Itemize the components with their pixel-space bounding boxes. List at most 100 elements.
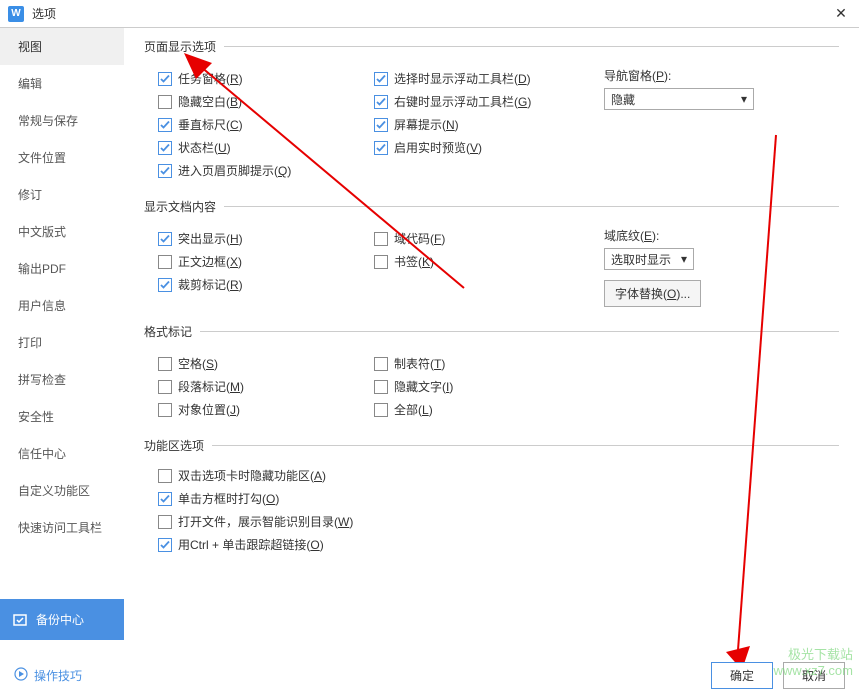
doc-content-a-0[interactable]: 突出显示(H) xyxy=(158,227,374,250)
sidebar-item-3[interactable]: 文件位置 xyxy=(0,139,124,176)
ok-button[interactable]: 确定 xyxy=(711,662,773,689)
checkbox-icon xyxy=(374,72,388,86)
tips-label: 操作技巧 xyxy=(34,667,82,684)
doc-content-a-1[interactable]: 正文边框(X) xyxy=(158,250,374,273)
page-display-b-3[interactable]: 启用实时预览(V) xyxy=(374,136,604,159)
checkbox-icon xyxy=(158,403,172,417)
sidebar-item-11[interactable]: 信任中心 xyxy=(0,435,124,472)
checkbox-icon xyxy=(158,469,172,483)
legend-ribbon: 功能区选项 xyxy=(144,437,212,454)
checkbox-label: 垂直标尺(C) xyxy=(178,116,243,133)
backup-center-button[interactable]: 备份中心 xyxy=(0,599,124,640)
nav-pane-label: 导航窗格(P): xyxy=(604,67,804,84)
chevron-down-icon: ▾ xyxy=(741,92,747,106)
sidebar-item-8[interactable]: 打印 xyxy=(0,324,124,361)
checkbox-label: 裁剪标记(R) xyxy=(178,276,243,293)
checkbox-label: 制表符(T) xyxy=(394,355,445,372)
checkbox-icon xyxy=(158,164,172,178)
ribbon-opt-2[interactable]: 打开文件，展示智能识别目录(W) xyxy=(158,510,839,533)
checkbox-icon xyxy=(374,232,388,246)
page-display-a-2[interactable]: 垂直标尺(C) xyxy=(158,113,374,136)
format-marks-a-1[interactable]: 段落标记(M) xyxy=(158,375,374,398)
checkbox-icon xyxy=(158,492,172,506)
sidebar-item-0[interactable]: 视图 xyxy=(0,28,124,65)
checkbox-label: 进入页眉页脚提示(Q) xyxy=(178,162,291,179)
doc-content-b-0[interactable]: 域代码(F) xyxy=(374,227,604,250)
checkbox-label: 右键时显示浮动工具栏(G) xyxy=(394,93,531,110)
body: 视图编辑常规与保存文件位置修订中文版式输出PDF用户信息打印拼写检查安全性信任中… xyxy=(0,28,859,640)
sidebar-item-2[interactable]: 常规与保存 xyxy=(0,102,124,139)
sidebar-item-13[interactable]: 快速访问工具栏 xyxy=(0,509,124,546)
checkbox-label: 打开文件，展示智能识别目录(W) xyxy=(178,513,353,530)
checkbox-label: 段落标记(M) xyxy=(178,378,244,395)
sidebar-item-12[interactable]: 自定义功能区 xyxy=(0,472,124,509)
page-display-b-2[interactable]: 屏幕提示(N) xyxy=(374,113,604,136)
cancel-button[interactable]: 取消 xyxy=(783,662,845,689)
page-display-a-1[interactable]: 隐藏空白(B) xyxy=(158,90,374,113)
checkbox-icon xyxy=(374,403,388,417)
checkbox-label: 隐藏文字(I) xyxy=(394,378,453,395)
font-substitute-button[interactable]: 字体替换(O)... xyxy=(604,280,701,307)
field-shading-value: 选取时显示 xyxy=(611,251,671,268)
nav-pane-value: 隐藏 xyxy=(611,91,635,108)
ribbon-opt-3[interactable]: 用Ctrl + 单击跟踪超链接(O) xyxy=(158,533,839,556)
content: 页面显示选项 任务窗格(R)隐藏空白(B) 垂直标尺(C) 状态栏(U) 进入页眉页脚… xyxy=(124,28,859,640)
doc-content-b-1[interactable]: 书签(K) xyxy=(374,250,604,273)
page-display-b-0[interactable]: 选择时显示浮动工具栏(D) xyxy=(374,67,604,90)
checkbox-label: 选择时显示浮动工具栏(D) xyxy=(394,70,531,87)
format-marks-a-2[interactable]: 对象位置(J) xyxy=(158,398,374,421)
checkbox-icon xyxy=(158,118,172,132)
checkbox-label: 空格(S) xyxy=(178,355,218,372)
format-marks-b-0[interactable]: 制表符(T) xyxy=(374,352,604,375)
footer: 操作技巧 确定 取消 xyxy=(0,650,859,700)
format-marks-a-0[interactable]: 空格(S) xyxy=(158,352,374,375)
checkbox-icon xyxy=(158,141,172,155)
format-marks-b-2[interactable]: 全部(L) xyxy=(374,398,604,421)
sidebar-item-9[interactable]: 拼写检查 xyxy=(0,361,124,398)
dialog-title: 选项 xyxy=(32,5,831,22)
checkbox-label: 用Ctrl + 单击跟踪超链接(O) xyxy=(178,536,324,553)
doc-content-a-2[interactable]: 裁剪标记(R) xyxy=(158,273,374,296)
group-ribbon: 功能区选项 双击选项卡时隐藏功能区(A) 单击方框时打勾(O) 打开文件，展示智能识… xyxy=(144,437,839,556)
sidebar-item-6[interactable]: 输出PDF xyxy=(0,250,124,287)
checkbox-label: 双击选项卡时隐藏功能区(A) xyxy=(178,467,326,484)
field-shading-label: 域底纹(E): xyxy=(604,227,804,244)
group-doc-content: 显示文档内容 突出显示(H)正文边框(X)裁剪标记(R) 域代码(F)书签(K)… xyxy=(144,198,839,309)
checkbox-icon xyxy=(158,95,172,109)
checkbox-label: 域代码(F) xyxy=(394,230,445,247)
checkbox-label: 正文边框(X) xyxy=(178,253,242,270)
checkbox-label: 屏幕提示(N) xyxy=(394,116,459,133)
sidebar-item-7[interactable]: 用户信息 xyxy=(0,287,124,324)
legend-page-display: 页面显示选项 xyxy=(144,38,224,55)
checkbox-icon xyxy=(158,255,172,269)
group-format-marks: 格式标记 空格(S) 段落标记(M) 对象位置(J) 制表符(T) 隐藏文字(I) 全部… xyxy=(144,323,839,423)
checkbox-icon xyxy=(374,95,388,109)
ribbon-opt-1[interactable]: 单击方框时打勾(O) xyxy=(158,487,839,510)
checkbox-icon xyxy=(374,141,388,155)
checkbox-icon xyxy=(158,357,172,371)
ribbon-opt-0[interactable]: 双击选项卡时隐藏功能区(A) xyxy=(158,464,839,487)
sidebar-item-10[interactable]: 安全性 xyxy=(0,398,124,435)
sidebar-item-5[interactable]: 中文版式 xyxy=(0,213,124,250)
format-marks-b-1[interactable]: 隐藏文字(I) xyxy=(374,375,604,398)
backup-label: 备份中心 xyxy=(36,611,84,628)
nav-pane-combo[interactable]: 隐藏 ▾ xyxy=(604,88,754,110)
close-button[interactable]: ✕ xyxy=(831,5,851,22)
field-shading-combo[interactable]: 选取时显示 ▾ xyxy=(604,248,694,270)
page-display-b-1[interactable]: 右键时显示浮动工具栏(G) xyxy=(374,90,604,113)
page-display-a-0[interactable]: 任务窗格(R) xyxy=(158,67,374,90)
checkbox-label: 书签(K) xyxy=(394,253,434,270)
checkbox-icon xyxy=(158,515,172,529)
checkbox-label: 启用实时预览(V) xyxy=(394,139,482,156)
checkbox-icon xyxy=(374,357,388,371)
checkbox-icon xyxy=(158,538,172,552)
info-icon xyxy=(14,667,28,684)
sidebar-item-1[interactable]: 编辑 xyxy=(0,65,124,102)
tips-link[interactable]: 操作技巧 xyxy=(14,667,82,684)
checkbox-label: 单击方框时打勾(O) xyxy=(178,490,279,507)
sidebar-item-4[interactable]: 修订 xyxy=(0,176,124,213)
page-display-a-4[interactable]: 进入页眉页脚提示(Q) xyxy=(158,159,374,182)
sidebar: 视图编辑常规与保存文件位置修订中文版式输出PDF用户信息打印拼写检查安全性信任中… xyxy=(0,28,124,640)
legend-format-marks: 格式标记 xyxy=(144,323,200,340)
page-display-a-3[interactable]: 状态栏(U) xyxy=(158,136,374,159)
